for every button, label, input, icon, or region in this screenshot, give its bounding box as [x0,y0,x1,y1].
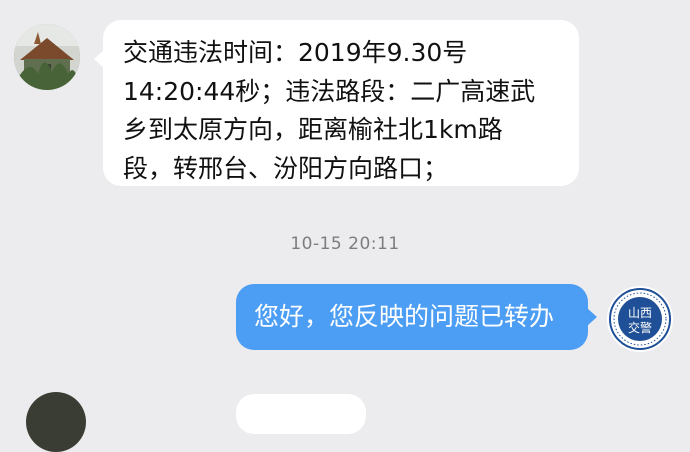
incoming-message-line: 乡到太原方向，距离榆社北1km路 [123,115,503,144]
incoming-message-bubble[interactable]: 交通违法时间：2019年9.30号 14:20:44秒；违法路段：二广高速武 乡… [94,20,579,186]
sender-avatar[interactable] [14,24,80,90]
partial-message-bubble [236,394,366,434]
partial-avatar [26,392,86,452]
incoming-message-line: 交通违法时间：2019年9.30号 [123,38,468,67]
outgoing-message-bubble[interactable]: 您好，您反映的问题已转办 [236,284,597,350]
incoming-message-line: 段，转邢台、汾阳方向路口； [123,153,449,183]
badge-text-line1: 山西 [628,306,652,320]
agent-avatar[interactable]: 山西 交警 [607,286,673,352]
message-timestamp: 10-15 20:11 [290,234,400,254]
avatar-photo-icon [14,24,80,90]
incoming-message-line: 14:20:44秒；违法路段：二广高速武 [123,76,536,106]
traffic-police-badge-icon: 山西 交警 [608,287,672,351]
badge-text-line2: 交警 [628,320,652,335]
outgoing-message-text: 您好，您反映的问题已转办 [254,302,555,331]
